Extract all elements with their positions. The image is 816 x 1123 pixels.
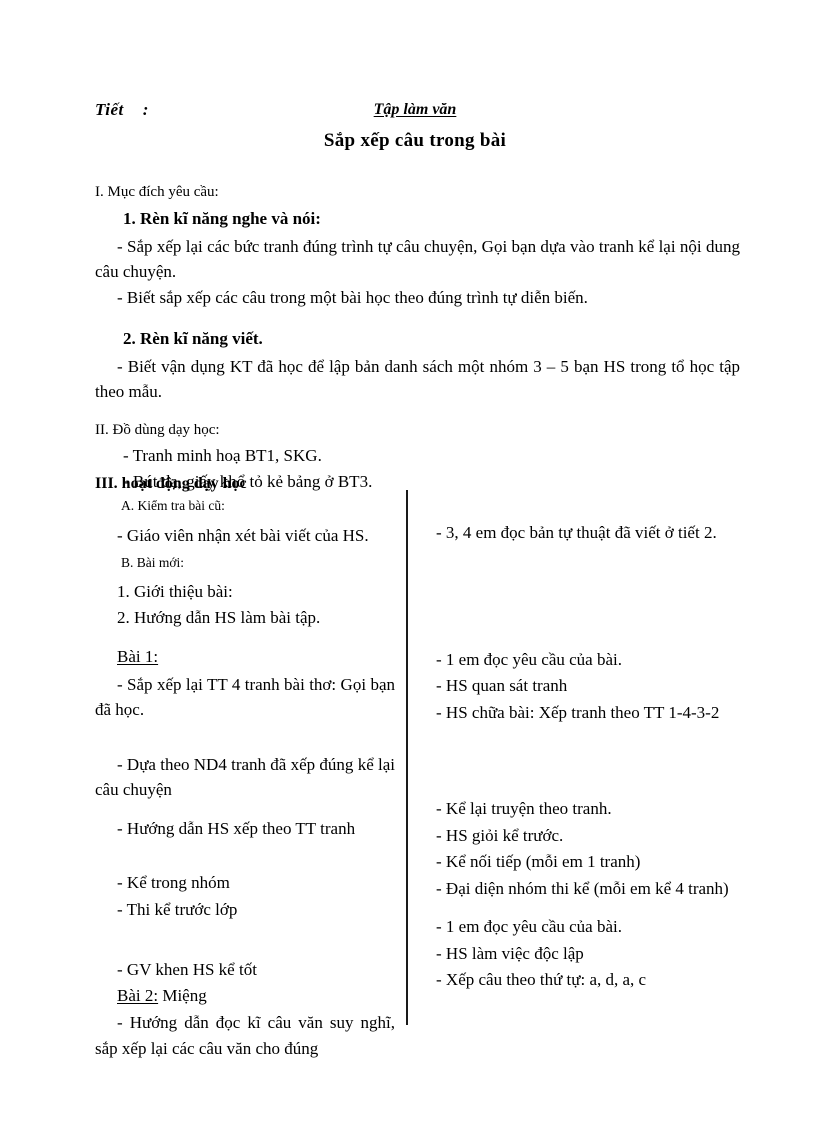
activity-table: III. hoạt động dạy học A. Kiểm tra bài c… [95,474,740,1058]
exercise-2-suffix: Miệng [158,985,207,1005]
left-item-teacher-comment: - Giáo viên nhận xét bài viết của HS. [117,526,369,546]
left-item-praise: - GV khen HS kể tốt [117,960,257,980]
column-divider [406,490,408,1025]
left-item-read-carefully: - Hướng dẫn đọc kĩ câu văn suy nghĩ, sắp… [95,1013,395,1058]
right-item-work-independently: - HS làm việc độc lập [436,943,584,963]
page-title: Sắp xếp câu trong bài [323,130,507,151]
section-III-heading: III. hoạt động dạy học [95,475,247,492]
left-item-arrange-pictures: - Sắp xếp lại TT 4 tranh bài thơ: Gọi bạ… [95,674,395,720]
right-item-group-representative: - Đại diện nhóm thi kể (mỗi em kể 4 tran… [436,878,729,898]
left-exercise-2-heading: Bài 2: Miệng [95,984,395,1009]
right-item-sentence-order: - Xếp câu theo thứ tự: a, d, a, c [436,970,647,989]
left-item-check-old-lesson: A. Kiểm tra bài cũ: [121,497,225,513]
right-item-observe-pictures: - HS quan sát tranh [436,676,568,695]
right-item-retell-by-picture: - Kể lại truyện theo tranh. [436,799,612,818]
section-I-sub2-heading: 2. Rèn kĩ năng viết. [123,329,263,349]
section-I-sub1-heading: 1. Rèn kĩ năng nghe và nói: [123,209,321,229]
left-item-new-lesson: B. Bài mới: [121,554,185,570]
exercise-2-label: Bài 2: [117,985,159,1005]
right-item-read-requirement-2: - 1 em đọc yêu cầu của bài. [436,917,622,936]
right-item-tell-in-turn: - Kể nối tiếp (mỗi em 1 tranh) [436,852,641,871]
section-I-heading: I. Mục đích yêu cầu: [95,184,219,200]
document-page: Tiết : Tập làm văn Sắp xếp câu trong bài… [0,0,816,1123]
left-item-guide-exercises: 2. Hướng dẫn HS làm bài tập. [117,608,321,628]
section-I-sub2-item-0: - Biết vận dụng KT đã học để lập bản dan… [95,357,740,401]
right-item-correct-answer: - HS chữa bài: Xếp tranh theo TT 1-4-3-2 [436,702,720,722]
left-item-tell-in-group: - Kể trong nhóm [117,873,230,893]
right-item-read-autobiography: - 3, 4 em đọc bản tự thuật đã viết ở tiế… [436,523,717,542]
document-body: I. Mục đích yêu cầu: 1. Rèn kĩ năng nghe… [95,182,740,497]
left-exercise-1-heading: Bài 1: [95,645,395,670]
section-II-item-0: - Tranh minh hoạ BT1, SKG. [123,445,322,465]
left-item-contest-class: - Thi kể trước lớp [117,899,238,919]
left-item-intro: 1. Giới thiệu bài: [117,581,233,601]
left-item-guide-order: - Hướng dẫn HS xếp theo TT tranh [117,818,356,838]
activity-column-left: III. hoạt động dạy học A. Kiểm tra bài c… [95,474,395,1062]
activity-column-right: - 3, 4 em đọc bản tự thuật đã viết ở tiế… [418,496,740,994]
document-header: Tiết : Tập làm văn Sắp xếp câu trong bài [95,100,735,152]
section-II-heading: II. Đồ dùng dạy học: [95,422,220,439]
left-item-retell-story: - Dựa theo ND4 tranh đã xếp đúng kể lại … [95,754,395,800]
right-item-read-requirement-1: - 1 em đọc yêu cầu của bài. [436,649,622,669]
exercise-1-label: Bài 1: [117,647,159,667]
header-top-row: Tiết : Tập làm văn [95,100,735,128]
subject-title: Tập làm văn [373,101,457,118]
section-I-sub1-item-1: - Biết sắp xếp các câu trong một bài học… [117,288,588,308]
right-item-good-students-first: - HS giỏi kể trước. [436,825,564,845]
section-I-sub1-item-0: - Sắp xếp lại các bức tranh đúng trình t… [95,237,740,281]
